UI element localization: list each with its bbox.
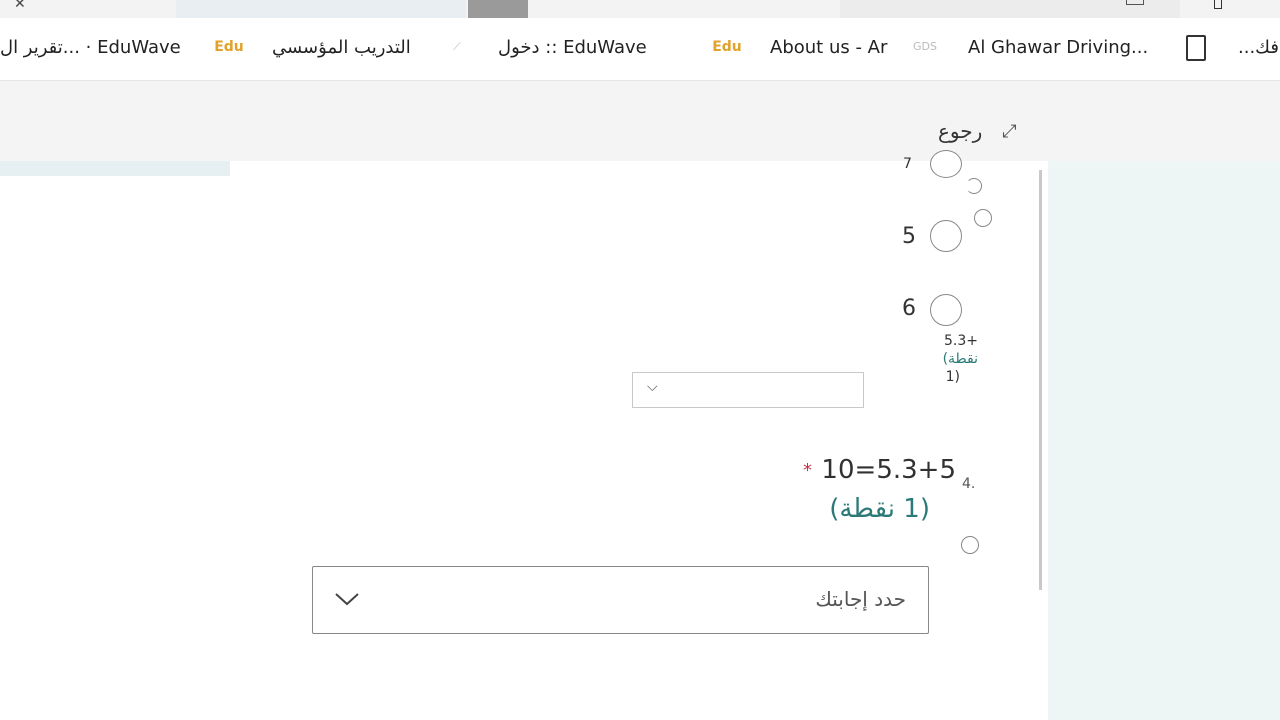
restore-icon[interactable] bbox=[1214, 0, 1234, 28]
back-arrow-icon: ⤢ bbox=[1002, 120, 1017, 142]
bookmark-eduwave-report[interactable]: تقرير ال... · EduWave bbox=[0, 36, 181, 60]
chevron-down-icon: ⌵ bbox=[647, 379, 658, 395]
form-toolbar: رجوع ⤢ bbox=[0, 81, 1280, 161]
eduwave-icon: Edu bbox=[214, 39, 244, 55]
answer-dropdown[interactable]: ⌵ bbox=[632, 372, 864, 408]
option-radio[interactable] bbox=[930, 294, 962, 326]
question-points: (نقطة bbox=[942, 351, 978, 367]
option-label: 7 bbox=[903, 156, 912, 172]
window-titlebar: ✕ bbox=[0, 0, 1280, 28]
eduwave-icon: Edu bbox=[712, 39, 742, 55]
question-points-value: 1) bbox=[945, 369, 960, 385]
scrollbar[interactable] bbox=[1039, 170, 1042, 590]
gds-icon: GDS bbox=[913, 40, 937, 53]
option-label: 6 bbox=[902, 296, 916, 321]
answer-dropdown[interactable]: حدد إجابتك bbox=[312, 566, 929, 634]
right-pane bbox=[1048, 161, 1280, 720]
tab-fragment bbox=[468, 0, 528, 18]
option-radio[interactable] bbox=[974, 209, 992, 227]
bookmark-icon: ⟋ bbox=[453, 40, 461, 53]
dropdown-placeholder: حدد إجابتك bbox=[815, 587, 906, 611]
bookmarks-bar: تقرير ال... · EduWave Edu التدريب المؤسس… bbox=[0, 18, 1280, 81]
bookmark-institutional-training[interactable]: التدريب المؤسسي bbox=[272, 36, 411, 60]
left-pane bbox=[0, 161, 230, 176]
question-number: 5.3+ bbox=[944, 333, 978, 349]
bookmark-eduwave-login[interactable]: دخول :: EduWave bbox=[498, 36, 647, 60]
question-3-header: 5.3+ (نقطة 1) bbox=[904, 332, 978, 386]
option-label: 5 bbox=[902, 224, 916, 249]
address-bar-fragment bbox=[176, 0, 466, 18]
back-button[interactable]: رجوع ⤢ bbox=[938, 117, 1017, 145]
bookmark-more[interactable]: ...فك bbox=[1238, 36, 1279, 60]
back-label: رجوع bbox=[938, 119, 983, 143]
bookmark-about-us[interactable]: About us - Ar bbox=[770, 36, 887, 60]
question-title: 5.3+5=10 bbox=[821, 455, 956, 485]
page-icon bbox=[1186, 35, 1206, 61]
option-radio[interactable] bbox=[966, 178, 982, 194]
option-radio[interactable] bbox=[930, 220, 962, 252]
bookmark-al-ghawar[interactable]: Al Ghawar Driving... bbox=[968, 36, 1148, 60]
chevron-down-icon bbox=[335, 593, 359, 606]
close-icon[interactable]: ✕ bbox=[14, 0, 26, 12]
question-points: (1 نقطة) bbox=[829, 494, 930, 524]
option-radio[interactable] bbox=[930, 150, 962, 178]
minimize-icon[interactable] bbox=[1126, 0, 1144, 5]
question-number: 4. bbox=[962, 476, 976, 492]
option-radio[interactable] bbox=[961, 536, 979, 554]
